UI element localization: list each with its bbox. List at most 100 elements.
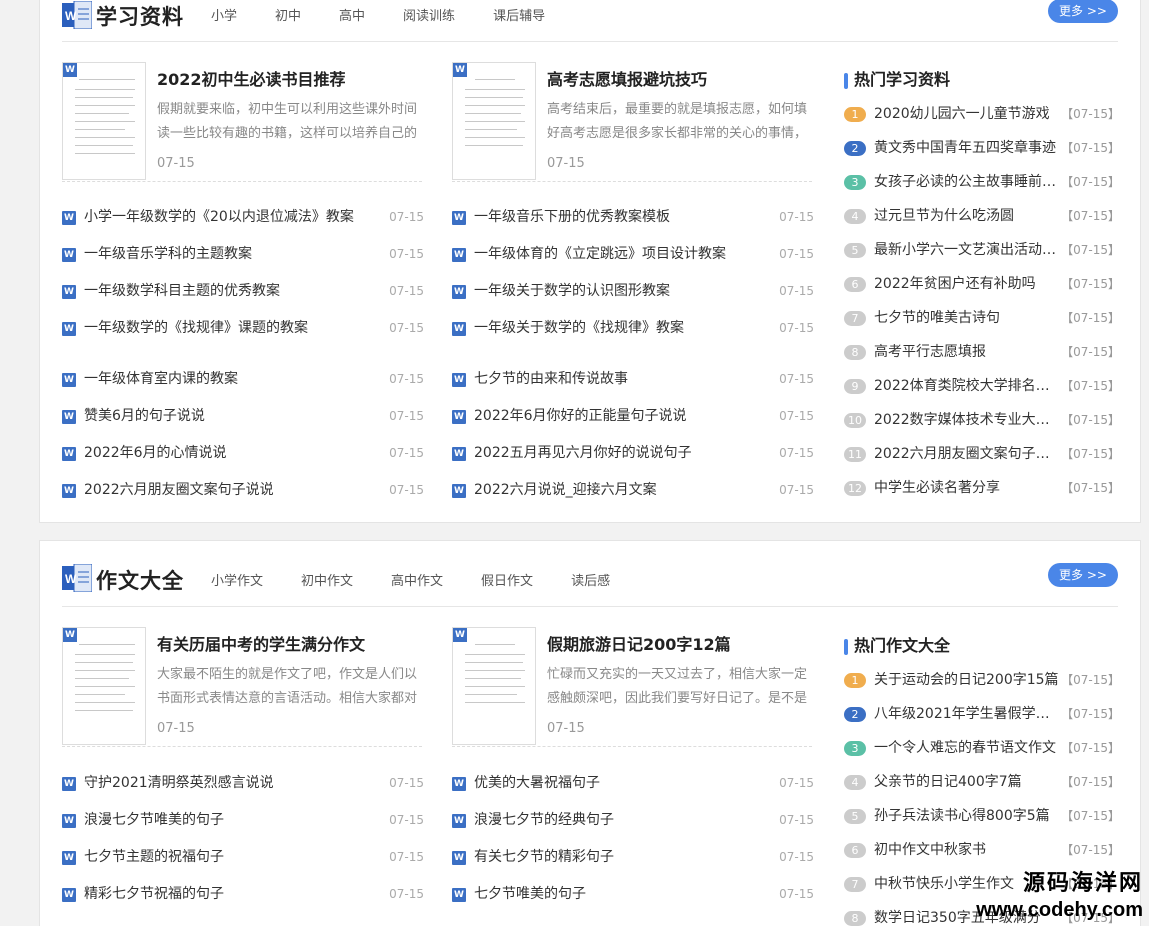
feature-date: 07-15: [157, 156, 195, 171]
word-doc-icon: W: [453, 63, 467, 77]
list-item[interactable]: W 2022年6月你好的正能量句子说说 07-15: [452, 398, 814, 435]
list-item[interactable]: W 2022五月再见六月你好的说说句子 07-15: [452, 435, 814, 472]
list-item[interactable]: W 浪漫七夕节唯美的句子 07-15: [62, 802, 424, 839]
tab-primary-essay[interactable]: 小学作文: [211, 570, 263, 589]
word-doc-icon: W: [452, 484, 466, 498]
tab-holiday-essay[interactable]: 假日作文: [481, 570, 533, 589]
rank-badge: 8: [844, 345, 866, 360]
word-doc-icon: W: [62, 248, 76, 262]
feature-article[interactable]: W 有关历届中考的学生满分作文 大家最不陌生的就是作文了吧，作文是人们以书面形式…: [62, 627, 422, 747]
hot-item[interactable]: 1 关于运动会的日记200字15篇 【07-15】: [844, 663, 1120, 697]
list-item[interactable]: W 守护2021清明祭英烈感言说说 07-15: [62, 765, 424, 802]
list-item[interactable]: W 2022六月朋友圈文案句子说说 07-15: [62, 472, 424, 509]
hot-item[interactable]: 2 八年级2021年学生暑假学习计划 【07-15】: [844, 697, 1120, 731]
list-item[interactable]: W 2022年6月的心情说说 07-15: [62, 435, 424, 472]
word-doc-icon: W: [452, 447, 466, 461]
hot-item[interactable]: 5 最新小学六一文艺演出活动方案 【07-15】: [844, 233, 1120, 267]
list-item[interactable]: W 一年级体育的《立定跳远》项目设计教案 07-15: [452, 236, 814, 273]
word-doc-icon: W: [452, 285, 466, 299]
word-doc-icon: W: [452, 410, 466, 424]
list-item[interactable]: W 一年级音乐下册的优秀教案模板 07-15: [452, 199, 814, 236]
rank-badge: 3: [844, 741, 866, 756]
hot-item[interactable]: 7 七夕节的唯美古诗句 【07-15】: [844, 301, 1120, 335]
title-bar-marker: [844, 73, 848, 89]
tab-primary[interactable]: 小学: [211, 5, 237, 24]
feature-desc: 高考结束后，最重要的就是填报志愿，如何填好高考志愿是很多家长都非常的关心的事情，: [547, 102, 808, 141]
word-doc-icon: W: [452, 888, 466, 902]
word-doc-icon: W: [63, 63, 77, 77]
tab-book-review[interactable]: 读后感: [571, 570, 610, 589]
rank-badge: 9: [844, 379, 866, 394]
list-item[interactable]: W 七夕节主题的祝福句子 07-15: [62, 839, 424, 876]
rank-badge: 4: [844, 775, 866, 790]
document-thumbnail[interactable]: W: [452, 62, 536, 180]
tab-tutoring[interactable]: 课后辅导: [493, 5, 545, 24]
tab-senior-essay[interactable]: 高中作文: [391, 570, 443, 589]
rank-badge: 11: [844, 447, 866, 462]
list-item[interactable]: W 一年级音乐学科的主题教案 07-15: [62, 236, 424, 273]
list-item[interactable]: W 浪漫七夕节的经典句子 07-15: [452, 802, 814, 839]
word-doc-icon: W: [452, 373, 466, 387]
hot-item[interactable]: 8 高考平行志愿填报 【07-15】: [844, 335, 1120, 369]
tab-junior-essay[interactable]: 初中作文: [301, 570, 353, 589]
word-doc-icon: W: [62, 373, 76, 387]
feature-date: 07-15: [157, 721, 195, 736]
document-thumbnail[interactable]: W: [452, 627, 536, 745]
tab-senior[interactable]: 高中: [339, 5, 365, 24]
word-doc-icon: W: [452, 322, 466, 336]
more-button[interactable]: 更多 >>: [1048, 563, 1118, 587]
hot-item[interactable]: 6 初中作文中秋家书 【07-15】: [844, 833, 1120, 867]
rank-badge: 7: [844, 311, 866, 326]
feature-title[interactable]: 高考志愿填报避坑技巧: [547, 66, 707, 90]
hot-item[interactable]: 3 一个令人难忘的春节语文作文 【07-15】: [844, 731, 1120, 765]
tab-reading[interactable]: 阅读训练: [403, 5, 455, 24]
list-item[interactable]: W 精彩七夕节祝福的句子 07-15: [62, 876, 424, 913]
hot-item[interactable]: 9 2022体育类院校大学排名榜单 【07-15】: [844, 369, 1120, 403]
feature-title[interactable]: 假期旅游日记200字12篇: [547, 631, 731, 655]
list-item[interactable]: W 一年级数学科目主题的优秀教案 07-15: [62, 273, 424, 310]
rank-badge: 6: [844, 277, 866, 292]
hot-item[interactable]: 10 2022数字媒体技术专业大学排名 【07-15】: [844, 403, 1120, 437]
list-item[interactable]: W 一年级关于数学的认识图形教案 07-15: [452, 273, 814, 310]
hot-item[interactable]: 4 过元旦节为什么吃汤圆 【07-15】: [844, 199, 1120, 233]
tab-junior[interactable]: 初中: [275, 5, 301, 24]
rank-badge: 5: [844, 809, 866, 824]
list-item[interactable]: W 七夕节唯美的句子 07-15: [452, 876, 814, 913]
hot-item[interactable]: 3 女孩子必读的公主故事睡前故事 【07-15】: [844, 165, 1120, 199]
hot-item[interactable]: 2 黄文秀中国青年五四奖章事迹 【07-15】: [844, 131, 1120, 165]
list-item[interactable]: W 一年级关于数学的《找规律》教案 07-15: [452, 310, 814, 347]
hot-item[interactable]: 1 2020幼儿园六一儿童节游戏 【07-15】: [844, 97, 1120, 131]
hot-item[interactable]: 6 2022年贫困户还有补助吗 【07-15】: [844, 267, 1120, 301]
list-item[interactable]: W 七夕节的由来和传说故事 07-15: [452, 361, 814, 398]
word-doc-icon: W: [62, 814, 76, 828]
feature-title[interactable]: 2022初中生必读书目推荐: [157, 66, 346, 90]
list-item[interactable]: W 优美的大暑祝福句子 07-15: [452, 765, 814, 802]
hot-item[interactable]: 5 孙子兵法读书心得800字5篇 【07-15】: [844, 799, 1120, 833]
document-thumbnail[interactable]: W: [62, 627, 146, 745]
section-title: 作文大全: [96, 569, 184, 593]
feature-article[interactable]: W 假期旅游日记200字12篇 忙碌而又充实的一天又过去了，相信大家一定感触颇深…: [452, 627, 812, 747]
svg-text:W: W: [65, 572, 77, 586]
list-item[interactable]: W 一年级数学的《找规律》课题的教案 07-15: [62, 310, 424, 347]
hot-item[interactable]: 11 2022六月朋友圈文案句子说说 【07-15】: [844, 437, 1120, 471]
document-thumbnail[interactable]: W: [62, 62, 146, 180]
list-item[interactable]: W 小学一年级数学的《20以内退位减法》教案 07-15: [62, 199, 424, 236]
list-item[interactable]: W 2022六月说说_迎接六月文案 07-15: [452, 472, 814, 509]
word-doc-icon: W: [452, 851, 466, 865]
word-doc-icon: W: [62, 484, 76, 498]
word-doc-icon: W: [452, 814, 466, 828]
hot-list: 热门学习资料 1 2020幼儿园六一儿童节游戏 【07-15】 2 黄文秀中国青年五四…: [844, 63, 1120, 505]
more-button[interactable]: 更多 >>: [1048, 0, 1118, 23]
rank-badge: 8: [844, 911, 866, 926]
list-item[interactable]: W 有关七夕节的精彩句子 07-15: [452, 839, 814, 876]
word-doc-icon: W: [63, 628, 77, 642]
rank-badge: 12: [844, 481, 866, 496]
feature-title[interactable]: 有关历届中考的学生满分作文: [157, 631, 365, 655]
hot-item[interactable]: 12 中学生必读名著分享 【07-15】: [844, 471, 1120, 505]
list-item[interactable]: W 一年级体育室内课的教案 07-15: [62, 361, 424, 398]
hot-item[interactable]: 4 父亲节的日记400字7篇 【07-15】: [844, 765, 1120, 799]
feature-article[interactable]: W 高考志愿填报避坑技巧 高考结束后，最重要的就是填报志愿，如何填好高考志愿是很…: [452, 62, 812, 182]
feature-article[interactable]: W 2022初中生必读书目推荐 假期就要来临，初中生可以利用这些课外时间读一些比…: [62, 62, 422, 182]
rank-badge: 6: [844, 843, 866, 858]
list-item[interactable]: W 赞美6月的句子说说 07-15: [62, 398, 424, 435]
